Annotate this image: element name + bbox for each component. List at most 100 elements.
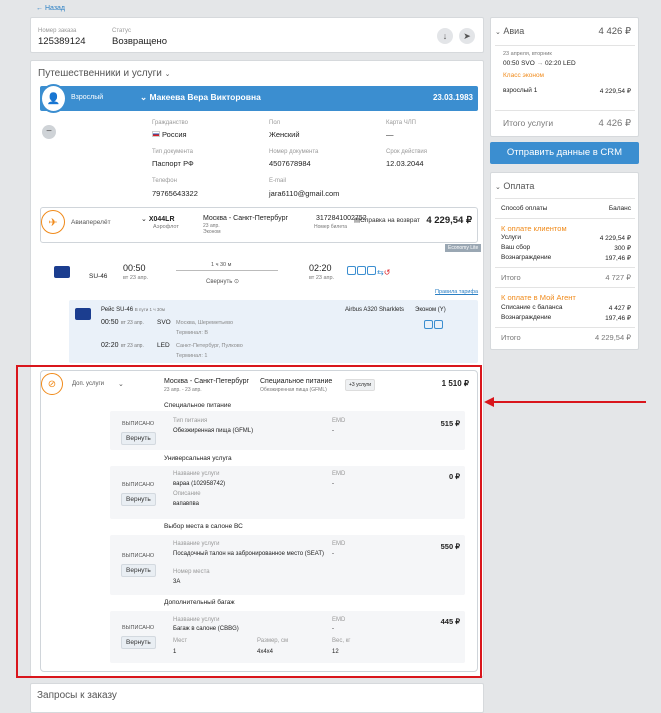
divider [495,287,635,288]
avia-date: 23 апреля, вторник [503,51,552,57]
seat-icon [424,320,433,329]
email-value: jara6110@gmail.com [269,189,340,198]
chevron-down-icon: ⌄ [140,92,148,102]
send-icon[interactable]: ➤ [459,28,475,44]
doc-type-label: Тип документа [152,149,193,155]
phone-value: 79765643322 [152,189,198,198]
client-services-label: Услуги [501,234,521,241]
gender-label: Пол [269,120,281,126]
order-number: 125389124 [38,36,86,47]
download-icon[interactable]: ↓ [437,28,453,44]
refund-note[interactable]: ▤Справка на возврат [354,216,420,224]
divider [495,218,635,219]
citizenship-label: Гражданство [152,120,188,126]
baggage-icon [367,266,376,275]
email-label: E-mail [269,178,287,184]
detail-dep-airport: Москва, Шереметьево [176,320,234,326]
segment-arr-date: вт 23 апр. [309,275,335,281]
avia-title[interactable]: ⌄ Авиа [495,26,524,36]
segment-code: SU-46 [89,273,108,280]
collapse-icon[interactable]: − [42,125,56,139]
payment-title[interactable]: ⌄ Оплата [495,181,534,191]
passenger-type: Взрослый [71,94,104,101]
agent-commission-value: 197,46 ₽ [605,315,631,322]
passenger-dob: 23.03.1983 [432,93,473,102]
order-number-label: Номер заказа [38,28,77,34]
send-crm-button[interactable]: Отправить данные в CRM [490,142,639,164]
client-fee-label: Ваш сбор [501,244,531,251]
doc-expiry-value: 12.03.2044 [386,159,424,168]
doc-number-value: 4507678984 [269,159,311,168]
phone-label: Телефон [152,178,177,184]
to-client-title: К оплате клиентом [501,224,567,233]
client-commission-label: Вознаграждение [501,254,552,261]
agent-balance-label: Списание с баланса [501,304,563,311]
amenities-icons: ⇆↺ [347,266,390,277]
detail-dep-terminal: Терминал: B [176,330,209,336]
client-commission-value: 197,46 ₽ [605,255,631,262]
flight-row[interactable]: ✈ Авиаперелёт ⌄ X044LR Аэрофлот Москва -… [40,207,478,243]
airline-logo-icon [54,266,70,278]
route: Москва - Санкт-Петербург [203,215,289,222]
fare-rules-link[interactable]: Правила тарифа [435,289,478,295]
back-link[interactable]: ← Назад [36,5,65,12]
fold-link[interactable]: Свернуть ⊙ [206,278,239,285]
loyalty-label: Карта ЧЛП [386,120,416,126]
agent-total-label: Итого [501,333,521,342]
agent-commission-label: Вознаграждение [501,314,552,321]
agent-total-value: 4 229,54 ₽ [594,333,631,342]
loyalty-value: — [386,130,394,139]
order-header: Номер заказа 125389124 Статус Возвращено… [30,17,484,53]
detail-arr-airport: Санкт-Петербург, Пулково [176,343,243,349]
detail-flight: Рейс SU-46 В пути 1 ч 30м [101,307,165,313]
bag-icon [357,266,366,275]
passenger-bar[interactable]: 👤 Взрослый ⌄ Макеева Вера Викторовна 23.… [40,84,478,113]
divider [495,198,635,199]
highlight-arrow-icon [484,397,646,407]
client-fee-value: 300 ₽ [614,245,631,252]
doc-type-value: Паспорт РФ [152,159,194,168]
requests-card[interactable]: Запросы к заказу [30,683,484,713]
avia-pax-price: 4 229,54 ₽ [599,88,631,95]
divider [495,267,635,268]
order-status: Возвращено [112,36,168,47]
client-services-value: 4 229,54 ₽ [599,235,631,242]
total-services-value: 4 426 ₽ [598,118,631,129]
travellers-title[interactable]: Путешественники и услуги ⌄ [38,68,171,79]
detail-arr-date: вт 23 апр. [121,343,144,349]
divider [495,327,635,328]
divider [495,45,635,46]
aircraft: Airbus A320 Sharklets [345,307,405,313]
avia-summary: ⌄ Авиа 4 426 ₽ 23 апреля, вторник 00:50 … [490,17,639,137]
detail-arr-terminal: Терминал: 1 [176,353,208,359]
payment-method-value: Баланс [608,205,631,212]
detail-dep-time: 00:50 [101,319,119,326]
citizenship-value: Россия [152,130,187,139]
chevron-down-icon: ⌄ [141,216,147,223]
to-agent-title: К оплате в Мой Агент [501,293,576,302]
passenger-name: ⌄ Макеева Вера Викторовна [140,92,261,102]
plane-icon: ✈ [41,210,65,234]
segment-details: Рейс SU-46 В пути 1 ч 30м Airbus A320 Sh… [69,300,478,363]
cabin-class: Эконом (Y) [415,307,446,313]
detail-dep-date: вт 23 апр. [121,320,144,326]
client-total-value: 4 727 ₽ [605,273,631,282]
status-label: Статус [112,28,131,34]
requests-title: Запросы к заказу [37,690,117,701]
seat-icon [347,266,356,275]
avia-class: Класс эконом [503,72,545,79]
fare-tag: Economy Lite [445,244,482,252]
segment-dep-date: вт 23 апр. [123,275,149,281]
highlight-box [16,365,482,678]
detail-arr-time: 02:20 [101,342,119,349]
pnr: ⌄ X044LR [141,216,175,223]
divider [495,110,635,111]
route-class: Эконом [203,229,221,235]
segment-dep-time: 00:50 [123,263,146,273]
gender-value: Женский [269,130,300,139]
ticket-label: Номер билета [314,224,347,230]
segment-duration: 1 ч 30 м [211,262,232,268]
flight-price: 4 229,54 ₽ [426,215,472,226]
doc-number-label: Номер документа [269,149,319,155]
payment-method-label: Способ оплаты [501,205,548,212]
